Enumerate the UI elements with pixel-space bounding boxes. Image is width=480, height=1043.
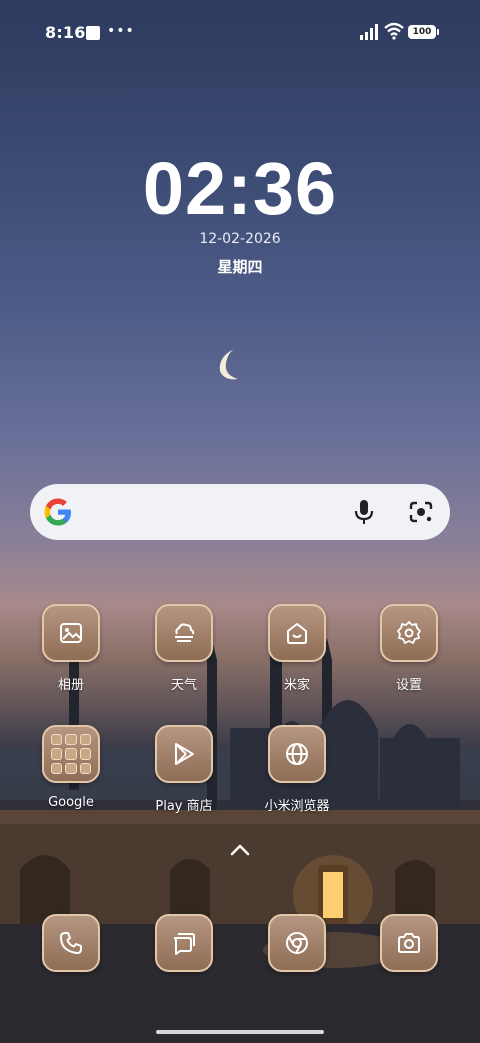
app-label: 米家 <box>283 678 310 693</box>
app-mijia[interactable]: 米家 <box>252 604 342 693</box>
chevron-up-icon[interactable] <box>229 843 251 857</box>
folder-icon[interactable] <box>42 725 100 783</box>
camera-icon[interactable] <box>380 914 438 972</box>
play-store-icon[interactable] <box>155 725 213 783</box>
app-label: 设置 <box>395 678 422 693</box>
app-label: Play 商店 <box>155 799 213 814</box>
dock-chrome[interactable] <box>252 914 342 972</box>
app-gallery[interactable]: 相册 <box>26 604 116 693</box>
phone-icon[interactable] <box>42 914 100 972</box>
battery-level: 100 <box>412 27 432 37</box>
microphone-icon[interactable] <box>352 498 376 526</box>
messages-icon[interactable] <box>155 914 213 972</box>
clock-widget-time[interactable]: 02:36 <box>0 146 480 231</box>
app-weather[interactable]: 天气 <box>139 604 229 693</box>
folder-google[interactable]: Google <box>26 725 116 810</box>
google-logo-icon[interactable] <box>42 496 74 528</box>
gallery-icon[interactable] <box>42 604 100 662</box>
battery-indicator: 100 <box>408 25 439 39</box>
chrome-icon[interactable] <box>268 914 326 972</box>
home-icon[interactable] <box>268 604 326 662</box>
gear-icon[interactable] <box>380 604 438 662</box>
app-settings[interactable]: 设置 <box>364 604 454 693</box>
weather-icon[interactable] <box>155 604 213 662</box>
app-label: Google <box>48 795 94 810</box>
app-label: 小米浏览器 <box>264 799 330 814</box>
signal-icon <box>360 24 378 40</box>
wifi-icon <box>384 22 404 40</box>
browser-icon[interactable] <box>268 725 326 783</box>
crescent-moon-icon <box>219 349 238 380</box>
app-label: 相册 <box>57 678 84 693</box>
app-play-store[interactable]: Play 商店 <box>139 725 229 814</box>
status-bar: 8:16 ••• 100 <box>0 0 480 64</box>
home-indicator[interactable] <box>156 1030 324 1034</box>
google-lens-icon[interactable] <box>408 500 434 524</box>
dock-messages[interactable] <box>139 914 229 972</box>
app-label: 天气 <box>170 678 197 693</box>
google-search-bar[interactable] <box>30 484 450 540</box>
dock-camera[interactable] <box>364 914 454 972</box>
status-time: 8:16 <box>45 23 86 42</box>
clock-widget-weekday: 星期四 <box>217 258 263 276</box>
more-notifications-icon: ••• <box>107 23 135 39</box>
notification-square-icon <box>86 26 100 40</box>
app-mi-browser[interactable]: 小米浏览器 <box>252 725 342 814</box>
dock-phone[interactable] <box>26 914 116 972</box>
clock-widget-date: 12-02-2026 <box>199 231 281 247</box>
